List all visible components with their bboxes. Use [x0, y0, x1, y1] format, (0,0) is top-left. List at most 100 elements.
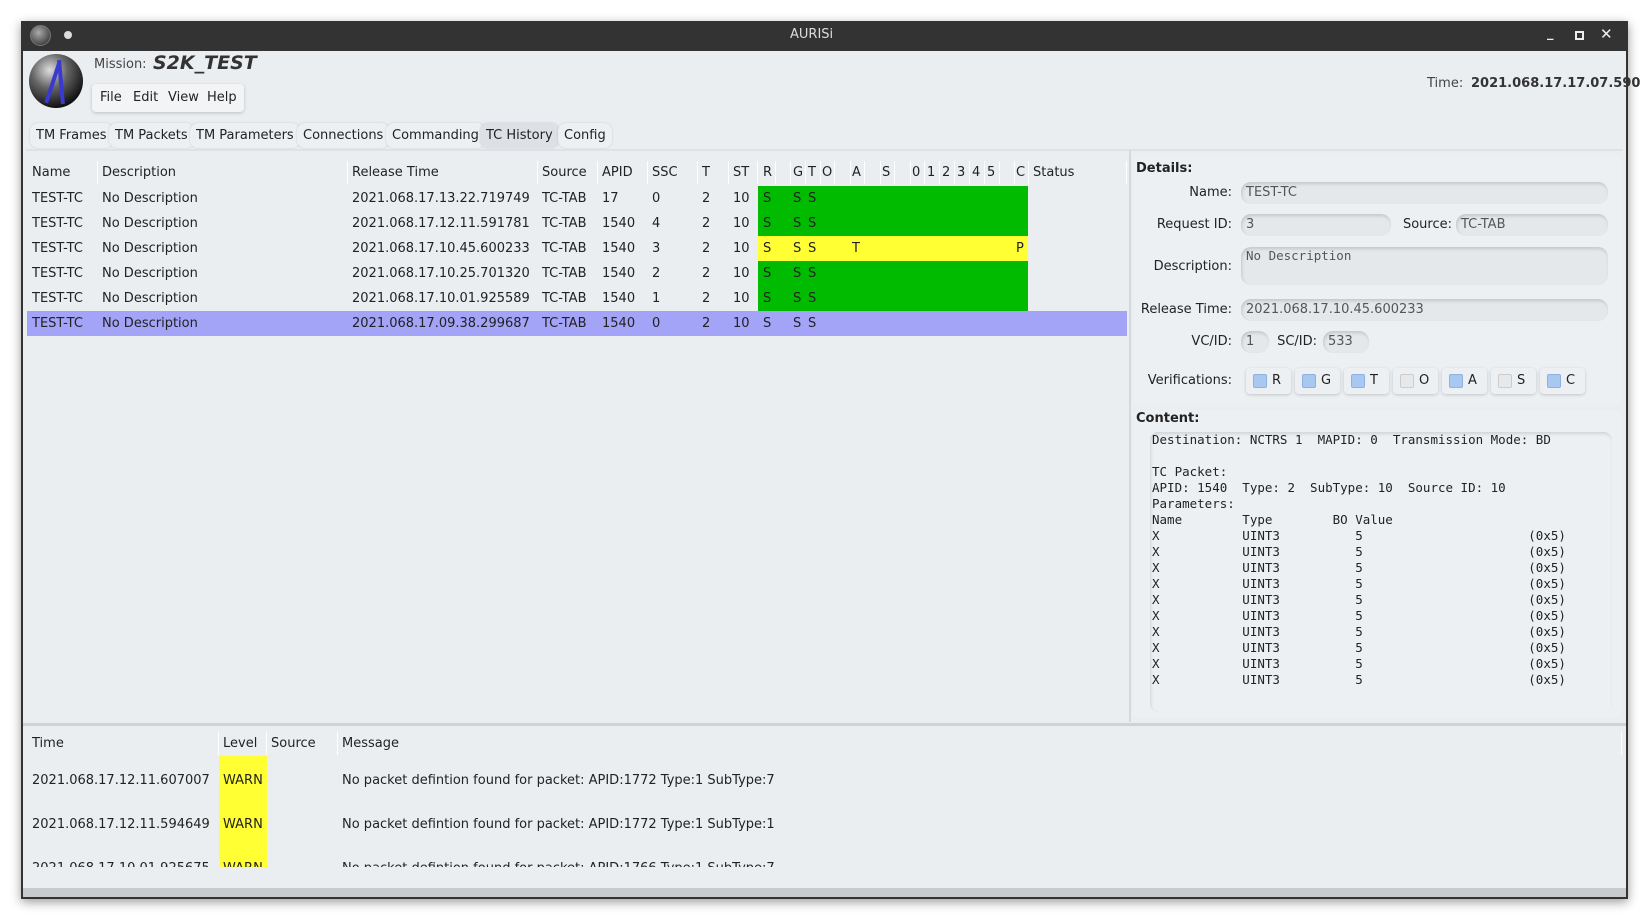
- close-icon[interactable]: ✕: [1600, 25, 1613, 43]
- verification-stage-C: P: [1016, 241, 1024, 256]
- log-cell-level: WARN: [223, 817, 263, 832]
- checkbox-label: R: [1272, 373, 1282, 388]
- menu-file[interactable]: File: [100, 90, 122, 105]
- verification-column-header[interactable]: O: [820, 161, 835, 184]
- name-field[interactable]: TEST-TC: [1241, 182, 1608, 204]
- verification-checkbox-O[interactable]: O: [1393, 368, 1438, 394]
- checkbox-box[interactable]: [1351, 374, 1365, 388]
- menu-help[interactable]: Help: [207, 90, 237, 105]
- log-column-header-time[interactable]: Time: [28, 732, 219, 755]
- tab-tm-frames[interactable]: TM Frames: [30, 123, 113, 148]
- verification-checkbox-A[interactable]: A: [1442, 368, 1487, 394]
- verification-checkbox-R[interactable]: R: [1246, 368, 1291, 394]
- verification-stage-G: S: [793, 241, 802, 256]
- cell-t: 2: [702, 191, 711, 206]
- verification-column-header[interactable]: [776, 161, 791, 184]
- cell-release-time: 2021.068.17.10.01.925589: [352, 291, 530, 306]
- minimize-icon[interactable]: _: [1547, 26, 1554, 41]
- verification-column-header[interactable]: 3: [955, 161, 970, 184]
- log-column-header-source[interactable]: Source: [267, 732, 338, 755]
- verification-column-header[interactable]: [896, 161, 911, 184]
- verification-stage-T: S: [808, 191, 817, 206]
- verification-column-header[interactable]: 0: [910, 161, 925, 184]
- verification-checkbox-S[interactable]: S: [1491, 368, 1536, 394]
- verification-column-header[interactable]: T: [806, 161, 821, 184]
- cell-release-time: 2021.068.17.10.45.600233: [352, 241, 530, 256]
- log-splitter[interactable]: [23, 723, 1626, 726]
- column-header-release-time[interactable]: Release Time: [348, 161, 538, 184]
- column-header-st[interactable]: ST: [729, 161, 758, 184]
- column-header-source[interactable]: Source: [538, 161, 598, 184]
- release-time-field[interactable]: 2021.068.17.10.45.600233: [1241, 299, 1608, 321]
- cell-t: 2: [702, 316, 711, 331]
- time-value: 2021.068.17.17.07.590: [1471, 76, 1641, 91]
- verification-stage-G: S: [793, 291, 802, 306]
- scid-field[interactable]: 533: [1323, 331, 1369, 353]
- tab-tc-history[interactable]: TC History: [480, 123, 559, 148]
- verification-column-header[interactable]: R: [761, 161, 776, 184]
- verification-column-header[interactable]: [866, 161, 881, 184]
- tab-config[interactable]: Config: [558, 123, 612, 148]
- cell-st: 10: [733, 241, 750, 256]
- source-label: Source:: [1402, 217, 1452, 232]
- log-column-header-level[interactable]: Level: [219, 732, 267, 755]
- verification-column-header[interactable]: G: [791, 161, 806, 184]
- verification-stage-T: S: [808, 266, 817, 281]
- cell-source: TC-TAB: [542, 266, 587, 281]
- checkbox-box[interactable]: [1400, 374, 1414, 388]
- tab-commanding[interactable]: Commanding: [386, 123, 485, 148]
- verification-column-header[interactable]: 2: [940, 161, 955, 184]
- cell-ssc: 1: [652, 291, 661, 306]
- mission-label: Mission:: [94, 57, 147, 72]
- verification-stage-R: S: [763, 216, 772, 231]
- verification-column-header[interactable]: A: [850, 161, 865, 184]
- checkbox-label: S: [1517, 373, 1526, 388]
- cell-st: 10: [733, 216, 750, 231]
- menu-edit[interactable]: Edit: [133, 90, 158, 105]
- tab-tm-parameters[interactable]: TM Parameters: [190, 123, 300, 148]
- cell-ssc: 4: [652, 216, 661, 231]
- checkbox-box[interactable]: [1253, 374, 1267, 388]
- log-rows[interactable]: 2021.068.17.12.11.607007 WARN No packet de…: [23, 756, 1626, 867]
- description-label: Description:: [1153, 259, 1232, 274]
- cell-source: TC-TAB: [542, 316, 587, 331]
- cell-description: No Description: [102, 316, 198, 331]
- checkbox-box[interactable]: [1498, 374, 1512, 388]
- verification-stage-G: S: [793, 316, 802, 331]
- checkbox-box[interactable]: [1302, 374, 1316, 388]
- verification-checkbox-T[interactable]: T: [1344, 368, 1389, 394]
- verification-checkbox-C[interactable]: C: [1540, 368, 1585, 394]
- verification-stage-R: S: [763, 316, 772, 331]
- verification-column-header[interactable]: [836, 161, 851, 184]
- checkbox-box[interactable]: [1449, 374, 1463, 388]
- column-header-name[interactable]: Name: [28, 161, 98, 184]
- tab-tm-packets[interactable]: TM Packets: [109, 123, 194, 148]
- pane-divider[interactable]: [1129, 150, 1131, 722]
- checkbox-box[interactable]: [1547, 374, 1561, 388]
- column-header-apid[interactable]: APID: [598, 161, 648, 184]
- verification-column-header[interactable]: 1: [925, 161, 940, 184]
- tab-connections[interactable]: Connections: [297, 123, 390, 148]
- column-header-status[interactable]: Status: [1029, 161, 1127, 184]
- column-header-ssc[interactable]: SSC: [648, 161, 698, 184]
- verification-column-header[interactable]: 4: [970, 161, 985, 184]
- vcid-field[interactable]: 1: [1241, 331, 1269, 353]
- column-header-description[interactable]: Description: [98, 161, 348, 184]
- verification-column-header[interactable]: [1000, 161, 1015, 184]
- verification-stage-T: S: [808, 291, 817, 306]
- mission-name: S2K_TEST: [153, 52, 257, 74]
- verification-column-header[interactable]: 5: [985, 161, 1000, 184]
- source-field[interactable]: TC-TAB: [1456, 214, 1608, 236]
- maximize-icon[interactable]: [1575, 31, 1584, 40]
- description-field[interactable]: No Description: [1241, 247, 1608, 285]
- log-cell-message: No packet defintion found for packet: AP…: [342, 817, 775, 832]
- verification-column-header[interactable]: C: [1014, 161, 1029, 184]
- column-header-t[interactable]: T: [698, 161, 729, 184]
- verification-column-header[interactable]: S: [880, 161, 895, 184]
- request-id-field[interactable]: 3: [1241, 214, 1391, 236]
- checkbox-label: C: [1566, 373, 1576, 388]
- sticky-dot-icon[interactable]: [64, 31, 72, 39]
- verification-checkbox-G[interactable]: G: [1295, 368, 1340, 394]
- menu-view[interactable]: View: [168, 90, 199, 105]
- log-column-header-message[interactable]: Message: [338, 732, 1622, 755]
